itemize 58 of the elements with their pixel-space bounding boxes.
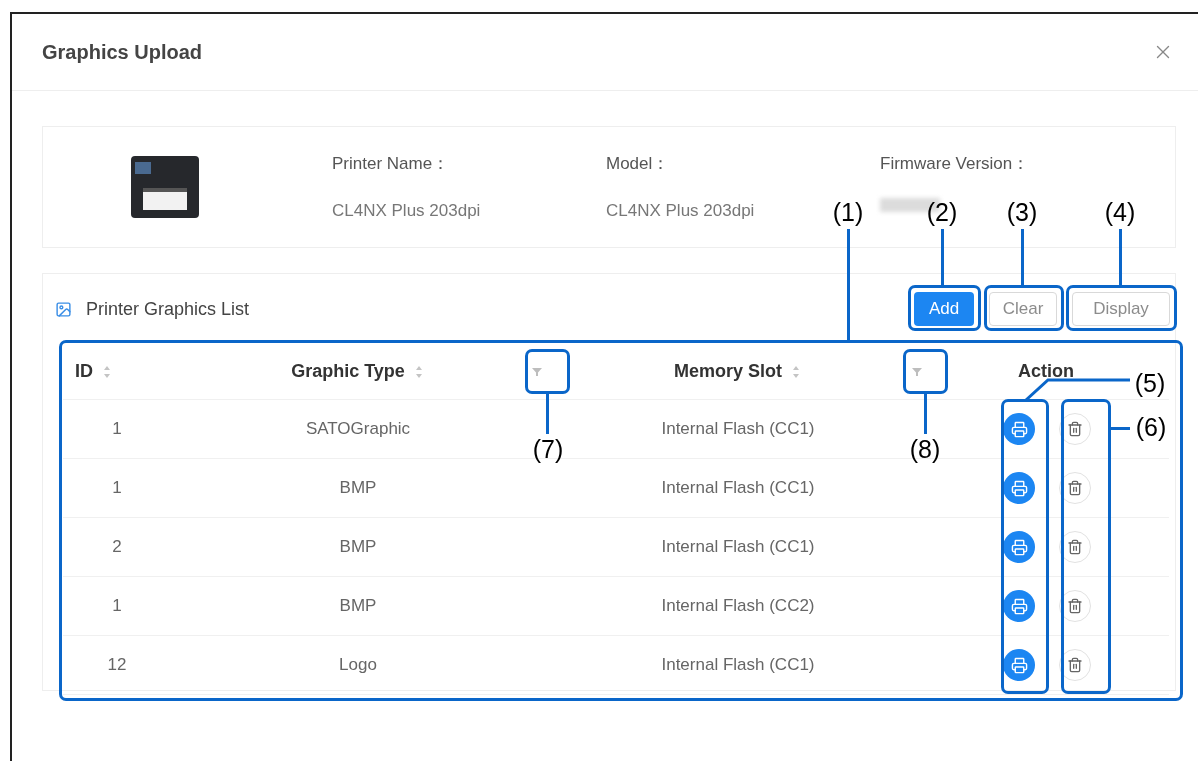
callout-label: (6) — [1134, 415, 1168, 440]
table-cell-text: BMP — [338, 536, 378, 559]
callout-label: (7) — [531, 437, 565, 462]
print-button[interactable] — [1003, 413, 1035, 445]
printer-icon — [1010, 420, 1028, 438]
field-label: Model： — [606, 152, 670, 175]
table-cell-text: Internal Flash (CC1) — [660, 536, 816, 559]
table-cell-text: 1 — [111, 477, 123, 500]
table-cell-text: Internal Flash (CC1) — [660, 477, 816, 500]
print-button[interactable] — [1003, 590, 1035, 622]
callout-label: (8) — [908, 437, 942, 462]
column-header: Graphic Type — [291, 360, 405, 383]
callout-label: (3) — [1005, 200, 1039, 225]
image-icon — [55, 300, 72, 318]
print-button[interactable] — [1003, 531, 1035, 563]
field-value: CL4NX Plus 203dpi — [332, 200, 481, 222]
callout-label: (5) — [1133, 371, 1167, 396]
table-cell-text: Internal Flash (CC1) — [660, 654, 816, 677]
column-header: ID — [75, 360, 93, 383]
leader-line — [924, 394, 927, 434]
dialog-title: Graphics Upload — [42, 40, 203, 65]
callout-label: (1) — [831, 200, 865, 225]
column-header: Memory Slot — [674, 360, 782, 383]
column-header: Action — [1018, 360, 1074, 383]
field-label: Firmware Version： — [880, 152, 1030, 175]
printer-icon — [1010, 597, 1028, 615]
leader-line — [1119, 229, 1122, 285]
leader-line — [1021, 229, 1024, 285]
table-cell-text: 1 — [111, 418, 123, 441]
table-cell-text: BMP — [338, 477, 378, 500]
table-cell-text: Internal Flash (CC1) — [660, 418, 816, 441]
table-cell-text: SATOGraphic — [304, 418, 412, 441]
printer-icon — [1010, 656, 1028, 674]
print-button[interactable] — [1003, 472, 1035, 504]
trash-icon — [1067, 421, 1083, 437]
trash-icon — [1067, 598, 1083, 614]
field-value: CL4NX Plus 203dpi — [606, 200, 755, 222]
field-label: Printer Name： — [332, 152, 450, 175]
printer-icon — [1010, 538, 1028, 556]
trash-icon — [1067, 480, 1083, 496]
callout-label: (4) — [1103, 200, 1137, 225]
table-cell-text: 12 — [106, 654, 128, 677]
table-cell-text: Internal Flash (CC2) — [660, 595, 816, 618]
leader-line — [1111, 427, 1130, 430]
trash-icon — [1067, 539, 1083, 555]
printer-drawing — [129, 154, 201, 220]
callout-label: (2) — [925, 200, 959, 225]
leader-line — [546, 394, 549, 434]
table-cell-text: 1 — [111, 595, 123, 618]
printer-icon — [1010, 479, 1028, 497]
table-cell-text: 2 — [111, 536, 123, 559]
print-button[interactable] — [1003, 649, 1035, 681]
table-cell-text: BMP — [338, 595, 378, 618]
leader-line — [941, 229, 944, 285]
section-title: Printer Graphics List — [86, 297, 250, 321]
toolbar-button[interactable]: Add — [914, 292, 974, 326]
trash-icon — [1067, 657, 1083, 673]
table-cell-text: Logo — [338, 654, 378, 677]
